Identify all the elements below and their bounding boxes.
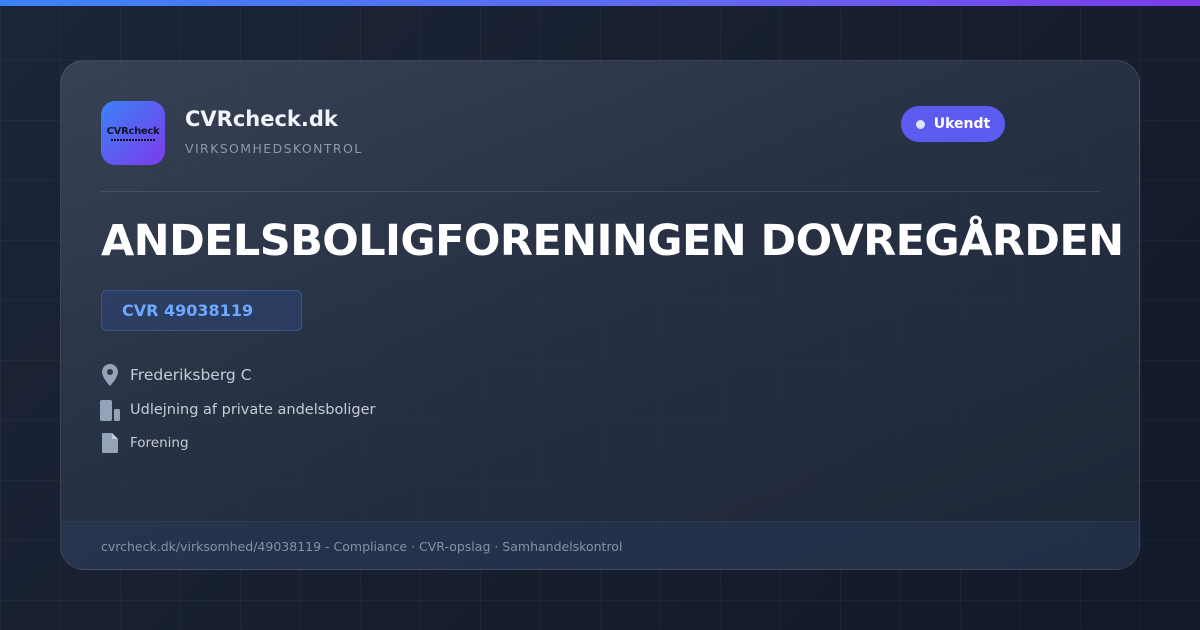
- top-accent-bar: [0, 0, 1200, 6]
- detail-city: Frederiksberg C: [130, 366, 252, 384]
- footer-text: cvrcheck.dk/virksomhed/49038119 - Compli…: [101, 539, 623, 554]
- detail-row-type: Forening: [99, 431, 189, 455]
- document-icon: [99, 431, 121, 455]
- detail-row-city: Frederiksberg C: [99, 363, 252, 387]
- location-pin-icon: [99, 363, 121, 387]
- share-card-page: CVRcheck CVRcheck.dk VIRKSOMHEDSKONTROL …: [0, 0, 1200, 630]
- cvr-badge: CVR 49038119: [101, 290, 302, 331]
- detail-type: Forening: [130, 435, 189, 451]
- detail-row-industry: Udlejning af private andelsboliger: [99, 398, 376, 422]
- status-label: Ukendt: [933, 116, 991, 132]
- logo-text: CVRcheck: [106, 125, 160, 137]
- company-card: CVRcheck CVRcheck.dk VIRKSOMHEDSKONTROL …: [60, 60, 1140, 570]
- status-dot-icon: [915, 119, 925, 129]
- brand-name: CVRcheck.dk: [185, 107, 338, 131]
- header-divider: [101, 191, 1101, 192]
- company-name: ANDELSBOLIGFORENINGEN DOVREGÅRDEN: [101, 216, 1124, 266]
- brand-logo: CVRcheck: [101, 101, 165, 165]
- brand-subtitle: VIRKSOMHEDSKONTROL: [185, 141, 363, 156]
- status-badge: Ukendt: [901, 106, 1005, 142]
- buildings-icon: [99, 398, 121, 422]
- card-footer: cvrcheck.dk/virksomhed/49038119 - Compli…: [61, 521, 1139, 569]
- detail-industry: Udlejning af private andelsboliger: [130, 402, 376, 418]
